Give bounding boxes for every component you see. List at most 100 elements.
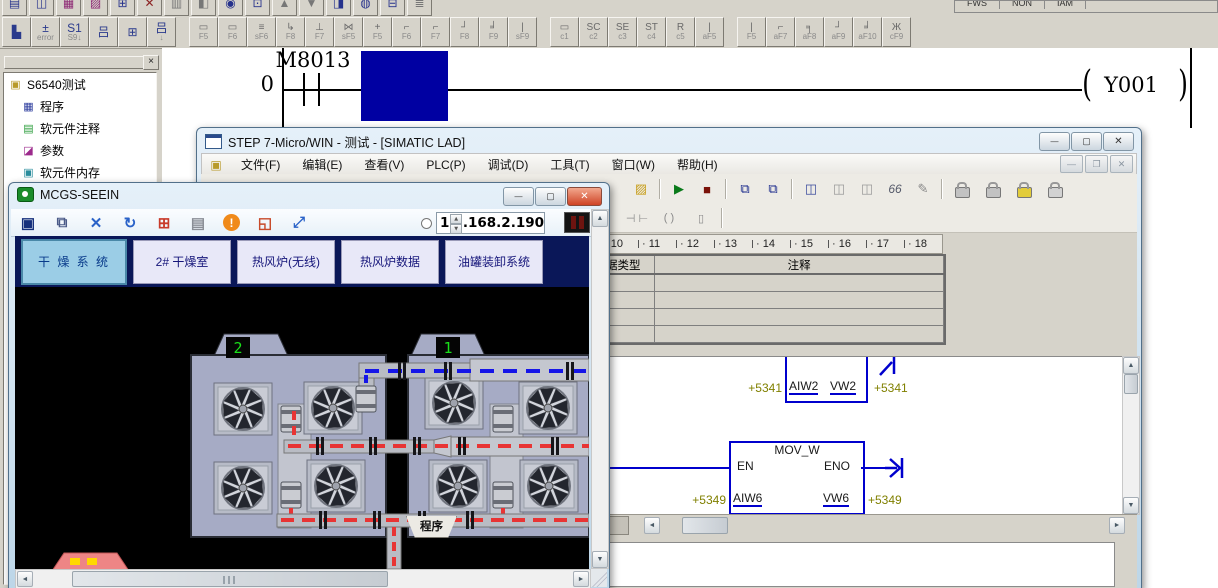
scrollbar-thumb[interactable] <box>1124 374 1138 394</box>
valve-icon[interactable] <box>356 386 376 412</box>
lock-icon[interactable] <box>955 187 970 198</box>
tree-item-程序[interactable]: ▦程序 <box>4 95 156 117</box>
gx-ladder-symbol-button[interactable]: ⊥F7 <box>305 17 334 47</box>
menu-工具(T)[interactable]: 工具(T) <box>539 156 600 173</box>
gx-toolbar-button[interactable]: ◫ <box>29 0 54 16</box>
lock-icon[interactable] <box>1017 187 1032 198</box>
gx-ladder-symbol-button[interactable]: |F5 <box>737 17 766 47</box>
resize-grip[interactable] <box>591 569 607 587</box>
gx-ladder-symbol-button[interactable]: ┘F8 <box>450 17 479 47</box>
gx-toolbar-button[interactable]: ⊟ <box>380 0 405 16</box>
refresh-icon[interactable]: ↻ <box>118 212 142 234</box>
gx-toolbar-button[interactable]: ▦ <box>56 0 81 16</box>
gx-ladder-symbol-button[interactable]: SCc2 <box>579 17 608 47</box>
scroll-right-icon[interactable]: ► <box>573 571 589 587</box>
gx-ladder-symbol-button[interactable]: +F5 <box>363 17 392 47</box>
gx-toolbar-button[interactable]: ⊞ <box>110 0 135 16</box>
mdi-minimize-button[interactable]: — <box>1060 155 1083 173</box>
scroll-up-icon[interactable]: ▲ <box>592 210 608 227</box>
scroll-down-icon[interactable]: ▼ <box>592 551 608 568</box>
column-header-注释[interactable]: 注释 <box>655 256 944 273</box>
gx-toolbar-button[interactable]: ◍ <box>353 0 378 16</box>
gx-toolbar-button[interactable]: ▼ <box>299 0 324 16</box>
operand[interactable]: AIW6 <box>733 491 762 507</box>
hmi-canvas[interactable]: 2 1 <box>15 287 589 569</box>
operand[interactable]: VW6 <box>823 491 849 507</box>
menu-窗口(W)[interactable]: 窗口(W) <box>601 156 666 173</box>
valve-icon[interactable] <box>281 482 301 508</box>
gx-ladder-symbol-button[interactable]: ▙ <box>2 17 31 47</box>
nav-tab-2#干燥室[interactable]: 2# 干燥室 <box>133 240 231 284</box>
tree-item-参数[interactable]: ◪参数 <box>4 139 156 161</box>
gx-toolbar-button[interactable]: ≣ <box>407 0 432 16</box>
minimize-button[interactable] <box>1039 132 1070 151</box>
gx-ladder-symbol-button[interactable]: ⌐aF7 <box>766 17 795 47</box>
panel-grip[interactable] <box>4 56 144 69</box>
fan-icon[interactable] <box>214 462 272 514</box>
gx-ladder-symbol-button[interactable]: ↳F8 <box>276 17 305 47</box>
gx-toolbar-button[interactable]: ◧ <box>191 0 216 16</box>
step7-toolbar-button[interactable]: ✎ <box>910 177 936 201</box>
alert-icon[interactable]: ! <box>223 214 240 231</box>
gx-toolbar-button[interactable]: ⊡ <box>245 0 270 16</box>
gx-ladder-symbol-button[interactable]: ⌐F7 <box>421 17 450 47</box>
nav-tab-热风炉数据[interactable]: 热风炉数据 <box>341 240 439 284</box>
mcgs-titlebar[interactable]: MCGS-SEEIN <box>17 187 119 202</box>
maximize-button[interactable] <box>1071 132 1102 151</box>
mcgs-vertical-scrollbar[interactable]: ▲ ▼ <box>591 209 609 569</box>
gx-ladder-symbol-button[interactable]: 吕↓ <box>147 17 176 47</box>
tree-item-project-root[interactable]: ▣ S6540测试 <box>4 73 156 95</box>
ladder-vertical-scrollbar[interactable]: ▲ ▼ <box>1122 356 1140 515</box>
fullscreen-icon[interactable]: ⤢ <box>287 212 311 234</box>
fan-icon[interactable] <box>520 460 578 512</box>
gx-ladder-symbol-button[interactable]: ⌐F6 <box>392 17 421 47</box>
gx-ladder-symbol-button[interactable]: ┘aF9 <box>824 17 853 47</box>
ladder-element-button[interactable]: ( ) <box>654 206 684 230</box>
gx-toolbar-button[interactable]: ◉ <box>218 0 243 16</box>
step7-toolbar-button[interactable]: ◫ <box>854 177 880 201</box>
pause-indicator-icon[interactable] <box>564 212 590 233</box>
gx-ladder-symbol-button[interactable]: ╕aF8 <box>795 17 824 47</box>
scroll-left-icon[interactable]: ◄ <box>17 571 33 587</box>
fan-icon[interactable] <box>519 382 577 434</box>
tab-scroll-left-icon[interactable]: ◄ <box>644 517 660 534</box>
gx-ladder-symbol-button[interactable]: ±error <box>31 17 60 47</box>
gx-toolbar-button[interactable]: ✕ <box>137 0 162 16</box>
step7-toolbar-button[interactable]: ▨ <box>628 177 654 201</box>
step7-toolbar-button[interactable]: 66 <box>882 177 908 201</box>
step7-toolbar-button[interactable]: ■ <box>694 177 720 201</box>
gx-toolbar-button[interactable]: ▥ <box>164 0 189 16</box>
scrollbar-thumb[interactable] <box>72 571 388 587</box>
windows-icon[interactable]: ⧉ <box>50 212 74 234</box>
tree-item-软元件内存[interactable]: ▣软元件内存 <box>4 161 156 183</box>
fan-icon[interactable] <box>429 460 487 512</box>
scroll-down-icon[interactable]: ▼ <box>1123 497 1139 514</box>
valve-icon[interactable] <box>493 482 513 508</box>
gx-ladder-symbol-button[interactable]: ╛aF10 <box>853 17 882 47</box>
mdi-restore-button[interactable]: ❐ <box>1085 155 1108 173</box>
mcgs-horizontal-scrollbar[interactable]: ◄ ► <box>15 569 591 588</box>
table-cell[interactable] <box>655 275 944 291</box>
gx-ladder-symbol-button[interactable]: Rc5 <box>666 17 695 47</box>
minimize-button[interactable] <box>503 187 534 206</box>
printer-icon[interactable]: ▤ <box>186 212 210 234</box>
step7-toolbar-button[interactable]: ⧉ <box>760 177 786 201</box>
menu-PLC(P)[interactable]: PLC(P) <box>415 158 476 172</box>
fan-icon[interactable] <box>307 460 365 512</box>
valve-icon[interactable] <box>281 406 301 432</box>
gx-toolbar-button[interactable]: ▲ <box>272 0 297 16</box>
spinner-control[interactable]: ▲▼ <box>450 214 461 233</box>
gx-ladder-symbol-button[interactable]: ЖcF9 <box>882 17 911 47</box>
step7-toolbar-button[interactable]: ◫ <box>798 177 824 201</box>
gx-ladder-symbol-button[interactable]: ╛F9 <box>479 17 508 47</box>
gx-toolbar-button[interactable]: ◨ <box>326 0 351 16</box>
fan-icon[interactable] <box>425 377 483 429</box>
radio-indicator[interactable] <box>421 218 432 229</box>
tab-scroll-right-icon[interactable]: ► <box>1109 517 1125 534</box>
gx-ladder-symbol-button[interactable]: |aF5 <box>695 17 724 47</box>
scroll-up-icon[interactable]: ▲ <box>1123 357 1139 374</box>
menu-调试(D)[interactable]: 调试(D) <box>477 156 540 173</box>
nav-tab-油罐装卸系统[interactable]: 油罐装卸系统 <box>445 240 543 284</box>
gx-ladder-symbol-button[interactable]: S1S9↓ <box>60 17 89 47</box>
fan-icon[interactable] <box>304 382 362 434</box>
